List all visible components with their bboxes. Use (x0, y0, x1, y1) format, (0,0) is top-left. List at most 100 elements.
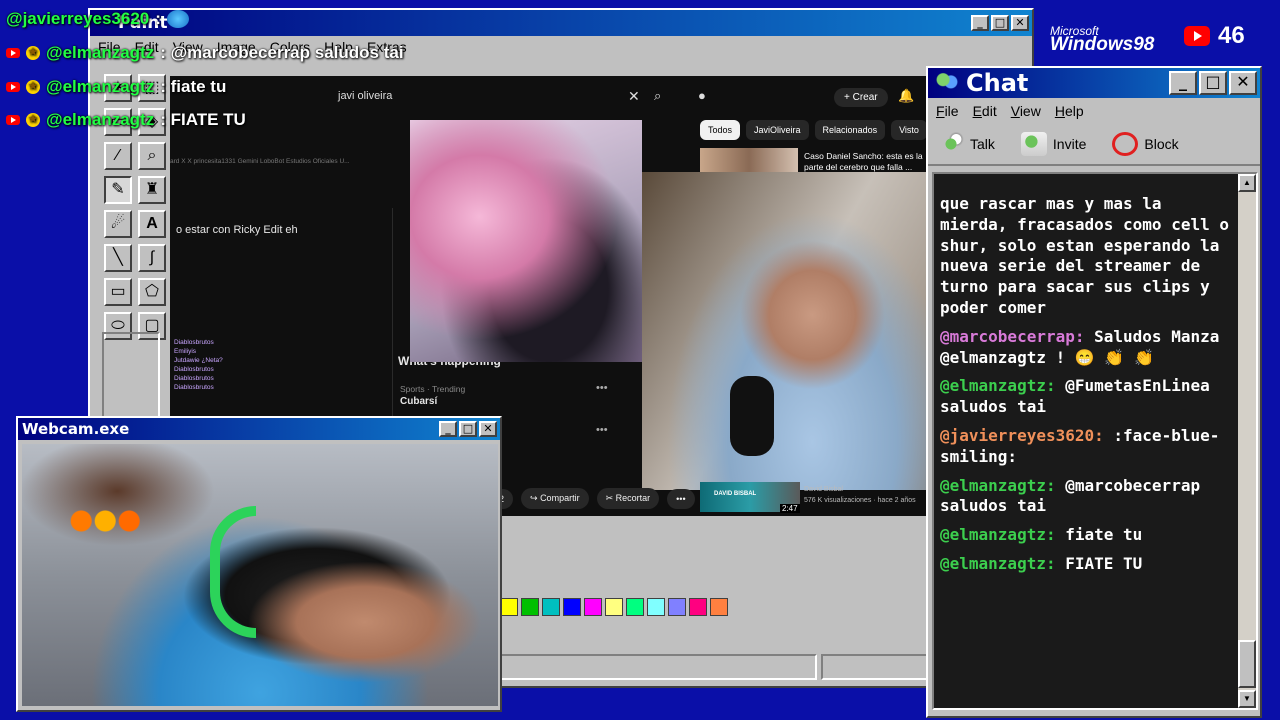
more-actions-button[interactable]: ••• (667, 488, 695, 509)
block-icon (1112, 132, 1139, 156)
minimize-button[interactable]: _ (971, 15, 989, 31)
related-video-title[interactable]: Caso Daniel Sancho: esta es la parte del… (804, 151, 924, 173)
palette-color[interactable] (521, 598, 539, 616)
message-user: @marcobecerrap: (940, 326, 1085, 346)
mini-chat-line: Diablosbrutos (174, 384, 214, 391)
mini-chat-line: Diablosbrutos (174, 366, 214, 373)
tool-options[interactable] (102, 332, 160, 422)
create-button[interactable]: + Crear (834, 88, 888, 107)
yt-search-input[interactable]: javi oliveira (330, 86, 700, 108)
endcard-meta: David Bisbal 576 K visualizaciones · hac… (804, 484, 916, 506)
trend-topic[interactable]: Cubarsí (400, 396, 437, 407)
webcam-titlebar[interactable]: Webcam.exe _ □ ✕ (18, 418, 500, 440)
palette-color[interactable] (563, 598, 581, 616)
scroll-up-icon[interactable]: ▲ (1238, 174, 1256, 192)
endcard-channel[interactable]: David Bisbal (804, 484, 916, 495)
palette-color[interactable] (689, 598, 707, 616)
menu-help[interactable]: Help (1055, 103, 1084, 119)
text-icon[interactable]: A (138, 210, 166, 238)
more-icon[interactable]: ••• (596, 382, 608, 394)
chip-javioliveira[interactable]: JaviOliveira (746, 120, 809, 140)
chat-message: @javierreyes3620: :face-blue-smiling: (940, 426, 1236, 468)
brush-icon[interactable]: ♜ (138, 176, 166, 204)
chat-window: Chat _ □ ✕ File Edit View Help Talk Invi… (926, 66, 1262, 718)
chip-visto[interactable]: Visto (891, 120, 926, 140)
close-button[interactable]: ✕ (479, 421, 497, 437)
youtube-badge-icon (6, 82, 20, 92)
video-actions: 2 ↪ Compartir ✂ Recortar ••• (490, 488, 695, 509)
palette-color[interactable] (584, 598, 602, 616)
menu-view[interactable]: View (1011, 103, 1041, 119)
chat-message: @elmanzagtz: @marcobecerrap saludos tai (940, 476, 1236, 518)
palette-color[interactable] (605, 598, 623, 616)
chat-message: @elmanzagtz: @FumetasEnLinea saludos tai (940, 376, 1236, 418)
overlay-username: @elmanzagtz (46, 77, 155, 96)
airbrush-icon[interactable]: ☄ (104, 210, 132, 238)
paint-titlebar[interactable]: Paint _ □ ✕ (90, 10, 1032, 36)
chat-menubar: File Edit View Help (928, 98, 1260, 124)
search-icon[interactable]: ⌕ (654, 88, 661, 104)
talk-button[interactable]: Talk (938, 132, 995, 156)
clear-search-icon[interactable]: ✕ (628, 88, 640, 105)
overlay-username: @elmanzagtz (46, 110, 155, 129)
overlay-text: : (155, 9, 161, 28)
mic-icon[interactable]: ● (698, 88, 706, 103)
message-user: @elmanzagtz: (940, 553, 1056, 573)
maximize-button[interactable]: □ (459, 421, 477, 437)
related-video-thumbnail[interactable] (700, 148, 798, 174)
eyedropper-icon[interactable]: ⁄ (104, 142, 132, 170)
mini-chat-line: Diablosbrutos (174, 339, 214, 346)
chip-todos[interactable]: Todos (700, 120, 741, 140)
mini-chat: Diablosbrutos Emiliyis Jutdawie ¿Neta? D… (174, 338, 314, 392)
message-user: @javierreyes3620: (940, 425, 1104, 445)
microphone-image (730, 376, 774, 456)
overlay-chat-line: ★ @elmanzagtz : FIATE TU (6, 110, 246, 130)
msn-people-icon (934, 72, 960, 94)
decor-image (62, 504, 158, 538)
invite-icon (1020, 132, 1047, 156)
polygon-icon[interactable]: ⬠ (138, 278, 166, 306)
mini-chat-line: Jutdawie ¿Neta? (174, 357, 223, 364)
curve-icon[interactable]: ∫ (138, 244, 166, 272)
scroll-thumb[interactable] (1238, 640, 1256, 688)
block-label: Block (1144, 136, 1179, 152)
palette-color[interactable] (710, 598, 728, 616)
chat-messages-pane[interactable]: que rascar mas y mas la mierda, fracasad… (932, 172, 1258, 710)
menu-edit[interactable]: Edit (973, 103, 997, 119)
clip-button[interactable]: ✂ Recortar (596, 488, 660, 509)
windows98-text: Windows98 (1050, 34, 1155, 55)
more-icon[interactable]: ••• (596, 424, 608, 436)
minimize-button[interactable]: _ (439, 421, 457, 437)
palette-color[interactable] (626, 598, 644, 616)
palette-color[interactable] (668, 598, 686, 616)
magnifier-icon[interactable]: ⌕ (138, 142, 166, 170)
overlay-username: @elmanzagtz (46, 43, 155, 62)
block-button[interactable]: Block (1112, 132, 1179, 156)
chat-titlebar[interactable]: Chat _ □ ✕ (928, 68, 1260, 98)
menu-file[interactable]: File (936, 103, 959, 119)
member-badge-icon: ★ (26, 113, 40, 127)
share-button[interactable]: ↪ Compartir (521, 488, 589, 509)
line-icon[interactable]: ╲ (104, 244, 132, 272)
webcam-title: Webcam.exe (22, 420, 130, 438)
rectangle-icon[interactable]: ▭ (104, 278, 132, 306)
message-user: @elmanzagtz: (940, 475, 1056, 495)
palette-color[interactable] (647, 598, 665, 616)
palette-color[interactable] (500, 598, 518, 616)
chat-scrollbar[interactable]: ▲ ▼ (1238, 174, 1256, 708)
color-palette (500, 598, 728, 616)
message-text: que rascar mas y mas la mierda, fracasad… (940, 194, 1229, 317)
minimize-button[interactable]: _ (1169, 71, 1197, 95)
guest-webcam-video (410, 120, 642, 362)
maximize-button[interactable]: □ (991, 15, 1009, 31)
chip-relacionados[interactable]: Relacionados (814, 120, 886, 140)
scroll-down-icon[interactable]: ▼ (1238, 690, 1256, 708)
invite-button[interactable]: Invite (1020, 132, 1086, 156)
pencil-icon[interactable]: ✎ (104, 176, 132, 204)
endcard-thumb-text: DAVID BISBAL (714, 491, 757, 497)
close-button[interactable]: ✕ (1229, 71, 1257, 95)
bell-icon[interactable]: 🔔 (898, 88, 914, 104)
maximize-button[interactable]: □ (1199, 71, 1227, 95)
close-button[interactable]: ✕ (1011, 15, 1029, 31)
palette-color[interactable] (542, 598, 560, 616)
